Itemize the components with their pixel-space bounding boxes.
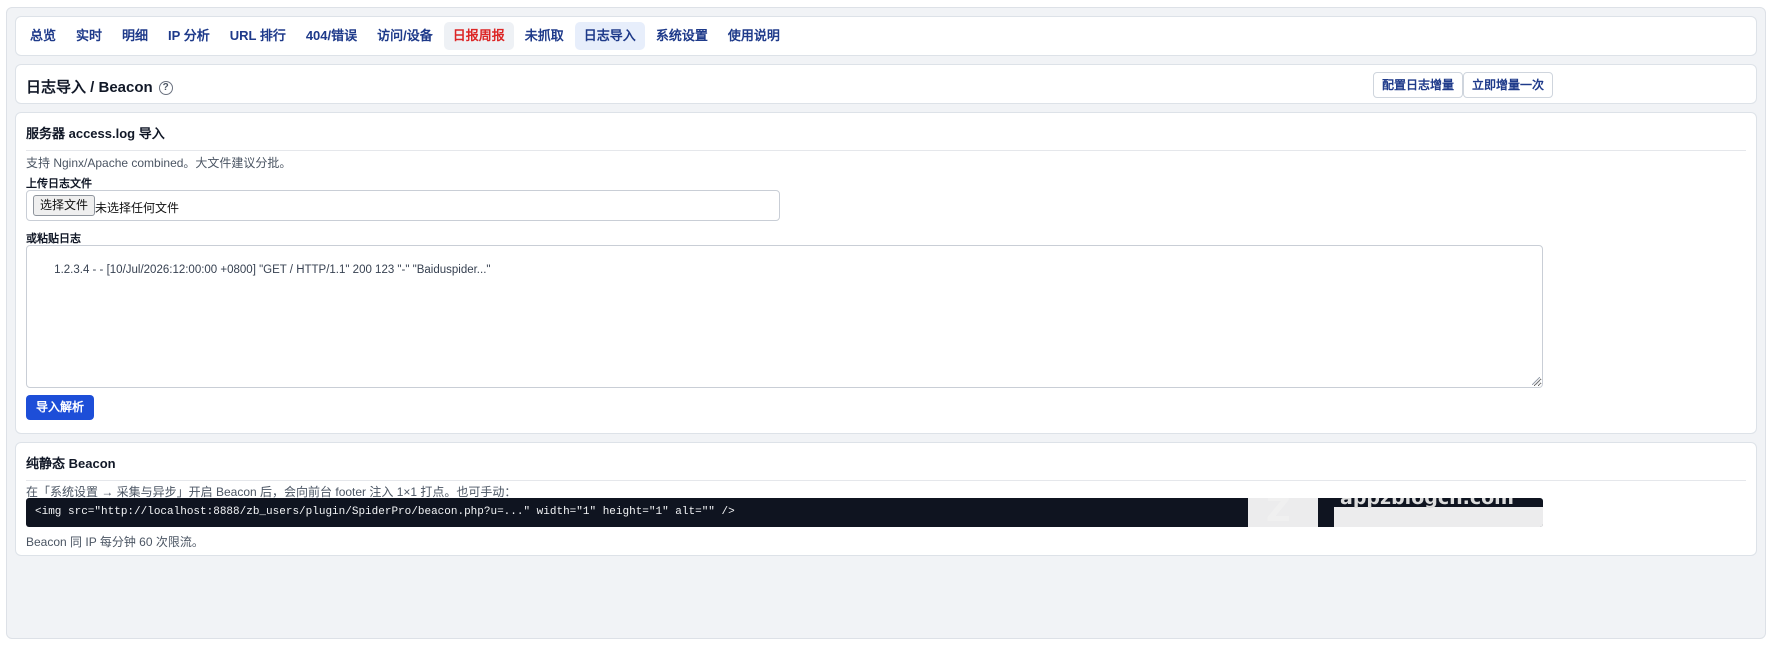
help-icon[interactable]: ?	[158, 81, 173, 95]
beacon-code-block[interactable]: <img src="http://localhost:8888/zb_users…	[26, 498, 1543, 527]
tab-system-settings[interactable]: 系统设置	[647, 22, 717, 50]
top-nav: 总览 实时 明细 IP 分析 URL 排行 404/错误 访问/设备 日报周报 …	[15, 16, 1757, 56]
tab-visits-devices[interactable]: 访问/设备	[368, 22, 442, 50]
beacon-rate-limit-note: Beacon 同 IP 每分钟 60 次限流。	[26, 535, 204, 549]
file-input[interactable]: 选择文件 未选择任何文件	[26, 190, 780, 221]
app-container: 总览 实时 明细 IP 分析 URL 排行 404/错误 访问/设备 日报周报 …	[6, 7, 1766, 639]
section-title: 纯静态 Beacon	[26, 453, 1746, 481]
tab-404-errors[interactable]: 404/错误	[297, 22, 366, 50]
tab-overview[interactable]: 总览	[21, 22, 65, 50]
import-parse-button[interactable]: 导入解析	[26, 395, 95, 420]
import-description: 支持 Nginx/Apache combined。大文件建议分批。	[26, 156, 292, 170]
resize-handle-icon[interactable]	[1532, 377, 1540, 385]
paste-log-value: 1.2.3.4 - - [10/Jul/2026:12:00:00 +0800]…	[54, 264, 491, 276]
page-title: 日志导入 / Beacon	[26, 79, 153, 96]
choose-file-button[interactable]: 选择文件	[33, 195, 96, 216]
page-title-wrap: 日志导入 / Beacon?	[26, 76, 173, 97]
tab-ip-analysis[interactable]: IP 分析	[159, 22, 219, 50]
beacon-section: 纯静态 Beacon 在「系统设置 → 采集与异步」开启 Beacon 后，会向…	[15, 442, 1757, 556]
file-status: 未选择任何文件	[95, 201, 180, 215]
tab-not-crawled[interactable]: 未抓取	[516, 22, 573, 50]
paste-label: 或粘贴日志	[26, 233, 81, 245]
tab-daily-weekly-report[interactable]: 日报周报	[443, 22, 514, 50]
page-header: 日志导入 / Beacon? 配置日志增量 立即增量一次	[15, 64, 1757, 104]
run-increment-now-button[interactable]: 立即增量一次	[1463, 72, 1554, 98]
tab-log-import[interactable]: 日志导入	[574, 22, 645, 50]
configure-increment-button[interactable]: 配置日志增量	[1373, 72, 1464, 98]
paste-log-textarea[interactable]: 1.2.3.4 - - [10/Jul/2026:12:00:00 +0800]…	[26, 245, 1543, 388]
tab-url-ranking[interactable]: URL 排行	[221, 22, 295, 50]
upload-label: 上传日志文件	[26, 178, 92, 190]
tab-realtime[interactable]: 实时	[67, 22, 111, 50]
beacon-code: <img src="http://localhost:8888/zb_users…	[35, 506, 735, 518]
tab-usage-guide[interactable]: 使用说明	[719, 22, 789, 50]
tab-details[interactable]: 明细	[113, 22, 157, 50]
watermark-logo: Z appzblogcn.com	[1248, 498, 1543, 527]
access-log-import-section: 服务器 access.log 导入 支持 Nginx/Apache combin…	[15, 112, 1757, 434]
section-title: 服务器 access.log 导入	[26, 123, 1746, 151]
